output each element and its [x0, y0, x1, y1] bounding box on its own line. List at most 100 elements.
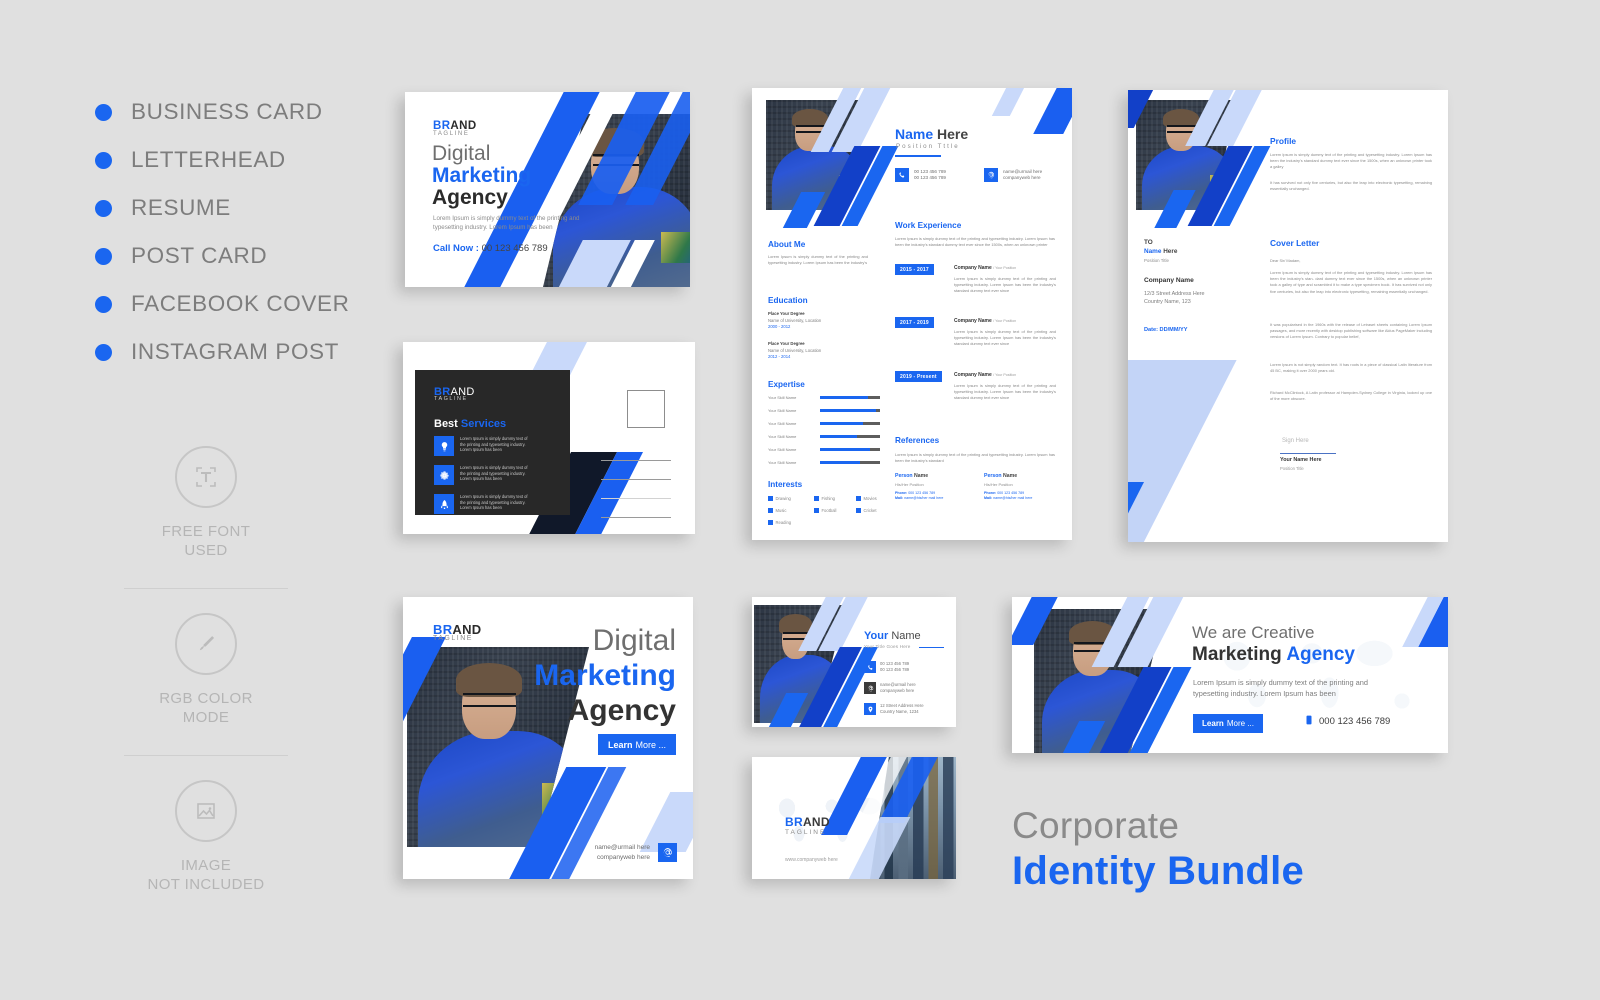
job-text: Lorem Ipsum is simply dummy text of the …	[954, 276, 1056, 293]
skill-row: Your Skill Name	[768, 395, 880, 400]
cover-paragraph-3: Lorem Ipsum is not simply random text. I…	[1270, 362, 1432, 374]
headline-line-2: Marketing Agency	[1192, 644, 1355, 666]
education-entry: Place Your Degree Name of University, Lo…	[768, 311, 821, 331]
bullet-icon	[95, 151, 112, 169]
job-period: 2019 - Present	[895, 371, 942, 382]
contact-email: name@urmail here companyweb here	[984, 168, 1042, 182]
at-icon	[658, 843, 677, 862]
button-label-bold: Learn	[1202, 719, 1224, 728]
feature-label: LETTERHEAD	[131, 147, 286, 172]
email-line-2: companyweb here	[1003, 175, 1041, 180]
call-now-number: 00 123 456 789	[481, 243, 548, 254]
about-title: About Me	[768, 240, 806, 249]
phone-icon	[895, 168, 909, 182]
address-line	[601, 460, 671, 461]
job-period: 2017 - 2019	[895, 317, 934, 328]
brand-tagline: TAGLINE	[433, 635, 473, 642]
to-name-first: Name	[1144, 248, 1162, 255]
feature-label: FACEBOOK COVER	[131, 291, 350, 316]
headline-line-3: Agency	[432, 186, 508, 209]
headline-line-1: We are Creative	[1192, 623, 1315, 642]
signature-position: Position Title	[1280, 466, 1304, 471]
address-line-2: Country Name, 1234	[880, 709, 919, 714]
services-title-blue: Services	[460, 418, 507, 430]
brand-tagline: TAGLINE	[434, 396, 468, 402]
resume-name: Name Here	[895, 126, 968, 142]
bullet-icon	[95, 199, 112, 217]
job-company: Company Name / Your Position	[954, 318, 1017, 324]
services-title: Best Services	[434, 418, 506, 430]
phone-icon	[1304, 715, 1314, 728]
contact-lines: 00 123 456 789 00 123 456 789	[914, 169, 946, 182]
body-text: Lorem Ipsum is simply dummy text of the …	[433, 215, 580, 231]
address-line-1: 12/3 Street Address Here	[1144, 291, 1205, 297]
website-text: www.companyweb here	[785, 857, 838, 863]
divider	[124, 588, 288, 589]
cover-letter-title: Cover Letter	[1270, 238, 1320, 248]
skill-name: Your Skill Name	[768, 434, 797, 439]
card-title: Your Title Goes Here	[864, 644, 911, 649]
skill-name: Your Skill Name	[768, 395, 797, 400]
button-label-rest: More ...	[1226, 719, 1254, 728]
light-blue-corner	[1128, 360, 1237, 542]
profile-paragraph-2: It has survived not only five centuries,…	[1270, 180, 1432, 192]
business-card-back-mockup: BRAND TAGLINE www.companyweb here	[752, 757, 956, 879]
pin-icon	[864, 703, 876, 715]
badge-free-font: FREE FONT USED	[120, 440, 292, 570]
service-row: Lorem Ipsum is simply dummy text of the …	[434, 436, 528, 456]
learn-more-button[interactable]: Learn More ...	[598, 734, 676, 755]
skill-row: Your Skill Name	[768, 460, 880, 465]
reference-name: Person Name	[984, 473, 1018, 479]
learn-more-button[interactable]: Learn More ...	[1193, 714, 1263, 733]
phone-icon	[864, 661, 876, 673]
job-text: Lorem Ipsum is simply dummy text of the …	[954, 383, 1056, 400]
artwork	[752, 757, 956, 879]
job-period: 2015 - 2017	[895, 264, 934, 275]
badge-line-1: IMAGE	[180, 857, 232, 874]
bullet-icon	[95, 247, 112, 265]
degree: Place Your Degree	[768, 341, 805, 346]
address-line	[601, 479, 671, 480]
skill-bar	[820, 408, 880, 413]
signature-name: Your Name Here	[1280, 457, 1322, 463]
feature-item-resume: RESUME	[95, 184, 355, 232]
phone-line-2: 00 123 456 789	[914, 175, 946, 180]
contact-lines: 12 Street Address Here Country Name, 123…	[880, 703, 924, 715]
feature-item-facebook-cover: FACEBOOK COVER	[95, 280, 355, 328]
at-icon	[984, 168, 998, 182]
recipient-company: Company Name	[1144, 277, 1194, 284]
badge-list: FREE FONT USED RGB COLOR MODE IMAGE NOT …	[120, 440, 292, 904]
bullet-icon	[95, 343, 112, 361]
brand-prefix: BR	[785, 815, 803, 829]
main-title: Corporate Identity Bundle	[1012, 805, 1304, 894]
mockup-stage: BUSINESS CARD LETTERHEAD RESUME POST CAR…	[0, 0, 1600, 1000]
years: 2012 - 2014	[768, 354, 791, 360]
badge-rgb-color: RGB COLOR MODE	[120, 607, 292, 737]
to-name-last: Here	[1163, 248, 1178, 255]
phone-block: 000 123 456 789	[1304, 715, 1390, 728]
interest-item: Football	[814, 508, 836, 513]
reference-position: His/Her Position	[984, 482, 1013, 487]
education-title: Education	[768, 296, 808, 305]
job-text: Lorem Ipsum is simply dummy text of the …	[954, 329, 1056, 346]
skill-row: Your Skill Name	[768, 434, 880, 439]
divider	[124, 755, 288, 756]
font-icon	[175, 446, 237, 508]
facebook-cover-mockup: We are Creative Marketing Agency Lorem I…	[1012, 597, 1448, 753]
feature-label: INSTAGRAM POST	[131, 339, 339, 364]
sign-here-label: Sign Here	[1282, 438, 1309, 444]
feature-label: RESUME	[131, 195, 231, 220]
artwork	[752, 597, 956, 727]
cover-paragraph-2: It was popularised in the 1960s with the…	[1270, 322, 1432, 340]
recipient-address: 12/3 Street Address Here Country Name, 1…	[1144, 290, 1205, 306]
feature-item-business-card: BUSINESS CARD	[95, 88, 355, 136]
headline-blue: Agency	[1286, 644, 1355, 665]
resume-position: Position Tttle	[896, 143, 960, 150]
contact-phone: 00 123 456 789 00 123 456 789	[895, 168, 946, 182]
school: Name of University, Location	[768, 347, 822, 353]
bullet-icon	[95, 103, 112, 121]
light-blue-stripe	[991, 88, 1031, 116]
headline-line-2: Marketing	[432, 164, 532, 187]
name-first: Name	[895, 126, 934, 142]
education-entry: Place Your Degree Name of University, Lo…	[768, 341, 821, 361]
